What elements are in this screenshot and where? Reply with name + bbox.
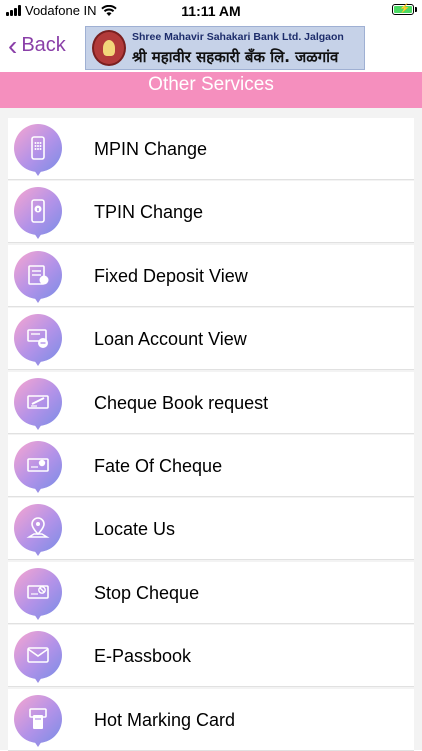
services-list: MPIN Change TPIN Change Fixed Deposit View… <box>0 108 422 751</box>
service-item-label: Loan Account View <box>94 329 247 350</box>
location-pin-icon <box>14 504 66 557</box>
service-item-label: E-Passbook <box>94 646 192 667</box>
stop-cheque-icon <box>14 567 66 620</box>
bank-name-marathi: श्री महावीर सहकारी बँक लि. जळगांव <box>132 48 339 66</box>
battery-icon: ⚡ <box>392 3 417 15</box>
bank-emblem-icon <box>92 30 126 66</box>
service-item-e-passbook[interactable]: E-Passbook <box>8 625 414 688</box>
chevron-left-icon: ‹ <box>8 29 18 61</box>
bank-name-english: Shree Mahavir Sahakari Bank Ltd. Jalgaon <box>132 31 344 43</box>
cheque-book-icon <box>14 377 66 430</box>
loan-account-icon <box>14 314 66 367</box>
service-item-label: Fate Of Cheque <box>94 456 223 476</box>
service-item-label: Hot Marking Card <box>94 709 236 730</box>
status-time: 11:11 AM <box>181 3 241 19</box>
service-item-cheque-book-request[interactable]: Cheque Book request <box>8 371 414 434</box>
service-item-fixed-deposit-view[interactable]: Fixed Deposit View <box>8 244 414 307</box>
back-button[interactable]: ‹ Back <box>8 29 66 61</box>
envelope-icon <box>14 631 66 684</box>
service-item-hot-marking-card[interactable]: Hot Marking Card <box>8 688 414 751</box>
service-item-label: Cheque Book request <box>94 392 269 413</box>
service-item-label: MPIN Change <box>94 139 208 159</box>
phone-keypad-icon <box>14 124 66 176</box>
service-item-tpin-change[interactable]: TPIN Change <box>8 181 414 244</box>
service-item-label: Locate Us <box>94 519 176 540</box>
status-bar: Vodafone IN 11:11 AM ⚡ <box>0 0 422 24</box>
charging-bolt-icon: ⚡ <box>399 3 411 13</box>
bank-logo-banner: Shree Mahavir Sahakari Bank Ltd. Jalgaon… <box>85 26 365 70</box>
service-item-locate-us[interactable]: Locate Us <box>8 498 414 561</box>
service-item-fate-of-cheque[interactable]: Fate Of Cheque <box>8 435 414 497</box>
status-right: ⚡ <box>392 3 417 15</box>
cheque-status-icon <box>14 441 66 493</box>
service-item-label: Stop Cheque <box>94 582 200 603</box>
service-item-mpin-change[interactable]: MPIN Change <box>8 118 414 180</box>
service-item-label: TPIN Change <box>94 202 204 223</box>
card-block-icon <box>14 694 66 747</box>
page-title: Other Services <box>0 72 422 108</box>
service-item-loan-account-view[interactable]: Loan Account View <box>8 308 414 371</box>
phone-lock-icon <box>14 187 66 240</box>
service-item-stop-cheque[interactable]: Stop Cheque <box>8 561 414 624</box>
fixed-deposit-icon <box>14 250 66 303</box>
navigation-bar: ‹ Back Shree Mahavir Sahakari Bank Ltd. … <box>0 24 422 72</box>
back-label: Back <box>21 34 66 56</box>
service-item-label: Fixed Deposit View <box>94 265 248 286</box>
